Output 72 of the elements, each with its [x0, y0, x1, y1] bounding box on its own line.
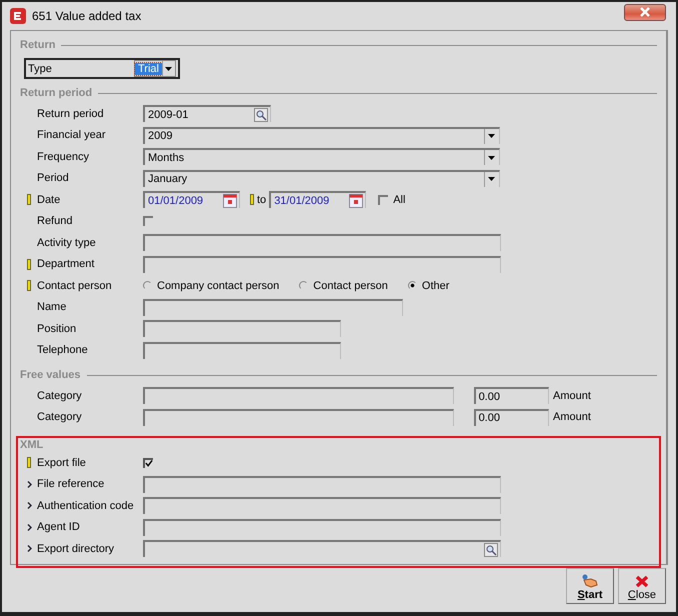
field-label: Export directory: [37, 542, 116, 555]
window-title: 651 Value added tax: [32, 9, 142, 23]
input-field[interactable]: [143, 342, 341, 359]
calendar-icon: [223, 194, 237, 208]
input-field[interactable]: [143, 518, 501, 536]
field-label: Refund: [37, 215, 74, 228]
dropdown-arrow-icon: [488, 156, 494, 160]
field-label: Activity type: [37, 236, 97, 249]
field-label: Authentication code: [37, 500, 135, 512]
dropdown[interactable]: 2009: [143, 126, 500, 144]
checkbox[interactable]: [143, 458, 153, 468]
amount-field[interactable]: 0.00: [474, 408, 549, 426]
dropdown-arrow-icon: [165, 66, 172, 70]
dropdown-arrow-icon: [488, 177, 494, 182]
field-label: Agent ID: [37, 521, 81, 534]
date-field[interactable]: 31/01/2009: [269, 191, 366, 208]
field-label: Telephone: [37, 344, 89, 356]
checkbox[interactable]: [143, 216, 153, 226]
input-field[interactable]: [143, 387, 454, 404]
field-label: Contact person: [37, 280, 113, 292]
field-label: Period: [37, 172, 70, 184]
field-label: Other: [422, 280, 450, 292]
start-button[interactable]: Start: [566, 568, 614, 604]
checkbox[interactable]: [378, 194, 388, 205]
dropdown[interactable]: Months: [143, 148, 500, 166]
radio-button[interactable]: [408, 281, 417, 290]
field-label: Financial year: [37, 129, 106, 142]
input-field[interactable]: [143, 497, 501, 514]
lookup-icon: [254, 108, 268, 122]
field-label: Export file: [37, 456, 87, 469]
field-label: Name: [37, 301, 68, 314]
field-label: Frequency: [37, 150, 90, 163]
app-logo-icon: [10, 8, 26, 24]
field-label: Contact person: [313, 280, 388, 292]
field-label: Category: [37, 390, 83, 402]
type-dropdown[interactable]: Trial: [134, 60, 176, 77]
section-heading: XML: [20, 439, 44, 451]
field-label: Amount: [553, 411, 592, 424]
radio-button[interactable]: [143, 281, 152, 290]
field-label: Category: [37, 411, 83, 424]
directory-field[interactable]: [143, 540, 501, 558]
dropdown-arrow-icon: [488, 134, 494, 138]
close-icon: [635, 574, 649, 588]
field-label: Return period: [37, 108, 105, 120]
field-label: Department: [37, 258, 96, 270]
section-heading: Return: [20, 39, 56, 51]
input-field[interactable]: [143, 234, 501, 252]
close-icon: [639, 7, 651, 17]
field-label: Date: [37, 194, 62, 206]
field-label: File reference: [37, 478, 106, 490]
input-field[interactable]: [143, 256, 501, 273]
section-heading: Free values: [20, 369, 81, 381]
radio-button[interactable]: [299, 281, 308, 290]
lookup-icon: [484, 542, 498, 557]
field-label: All: [393, 194, 406, 206]
field-label: to: [257, 194, 266, 206]
close-button[interactable]: [624, 4, 666, 20]
lookup-field[interactable]: 2009-01: [143, 105, 271, 122]
section-heading: Return period: [20, 87, 92, 99]
input-field[interactable]: [143, 476, 501, 493]
field-label: Type: [27, 62, 53, 74]
close-button[interactable]: Close: [618, 568, 666, 604]
field-label: Company contact person: [157, 280, 280, 292]
field-label: Position: [37, 322, 78, 335]
field-label: Amount: [553, 390, 592, 402]
calendar-icon: [349, 194, 364, 208]
date-field[interactable]: 01/01/2009: [143, 191, 240, 208]
input-field[interactable]: [143, 320, 341, 338]
dropdown[interactable]: January: [143, 170, 500, 187]
amount-field[interactable]: 0.00: [474, 387, 549, 404]
input-field[interactable]: [143, 298, 403, 316]
input-field[interactable]: [143, 408, 454, 426]
